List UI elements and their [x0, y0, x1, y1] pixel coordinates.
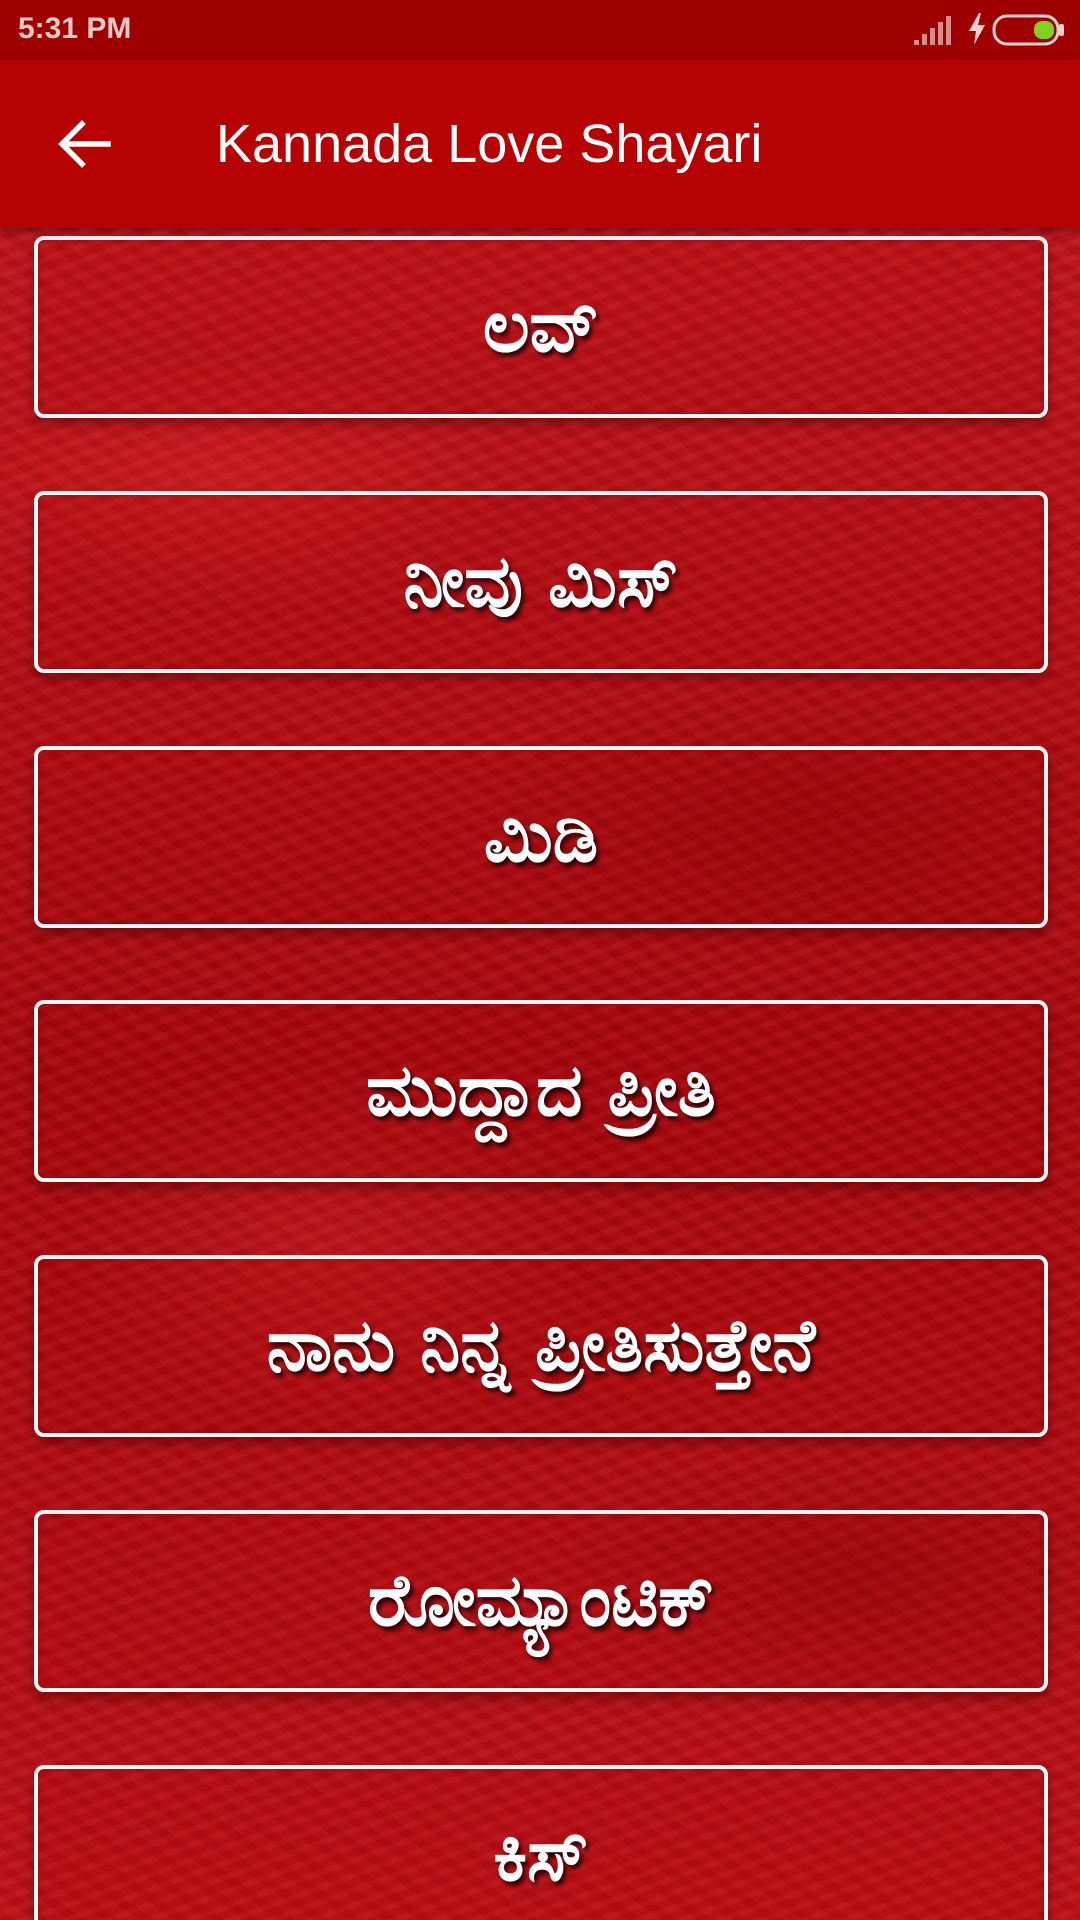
page-title: Kannada Love Shayari	[216, 114, 763, 174]
category-label: ನಾನು ನಿನ್ನ ಪ್ರೀತಿಸುತ್ತೇನೆ	[266, 1303, 816, 1387]
back-button[interactable]	[40, 112, 128, 176]
app-bar: Kannada Love Shayari	[0, 60, 1080, 228]
category-button-cute-love[interactable]: ಮುದ್ದಾದ ಪ್ರೀತಿ	[34, 1000, 1048, 1182]
signal-icon	[914, 16, 951, 45]
category-label: ಮಿಡಿ	[483, 794, 599, 878]
category-list: ಲವ್ ನೀವು ಮಿಸ್ ಮಿಡಿ ಮುದ್ದಾದ ಪ್ರೀತಿ ನಾನು ನ…	[0, 228, 1080, 1920]
category-label: ರೋಮ್ಯಾಂಟಿಕ್	[367, 1558, 715, 1642]
category-button-romantic[interactable]: ರೋಮ್ಯಾಂಟಿಕ್	[34, 1510, 1048, 1692]
category-button-love[interactable]: ಲವ್	[34, 236, 1048, 418]
category-label: ಕಿಸ್	[493, 1813, 589, 1897]
category-label: ಲವ್	[482, 284, 600, 368]
category-button-miss-you[interactable]: ನೀವು ಮಿಸ್	[34, 491, 1048, 673]
category-label: ನೀವು ಮಿಸ್	[403, 539, 679, 623]
status-time: 5:31 PM	[18, 12, 132, 45]
charging-icon	[969, 13, 985, 45]
category-button-midi[interactable]: ಮಿಡಿ	[34, 746, 1048, 928]
arrow-back-icon	[58, 120, 111, 168]
status-bar: 5:31 PM	[0, 0, 1080, 60]
category-button-i-love-you[interactable]: ನಾನು ನಿನ್ನ ಪ್ರೀತಿಸುತ್ತೇನೆ	[34, 1255, 1048, 1437]
category-button-kiss[interactable]: ಕಿಸ್	[34, 1765, 1048, 1920]
battery-icon	[992, 14, 1064, 46]
category-label: ಮುದ್ದಾದ ಪ್ರೀತಿ	[366, 1048, 716, 1132]
